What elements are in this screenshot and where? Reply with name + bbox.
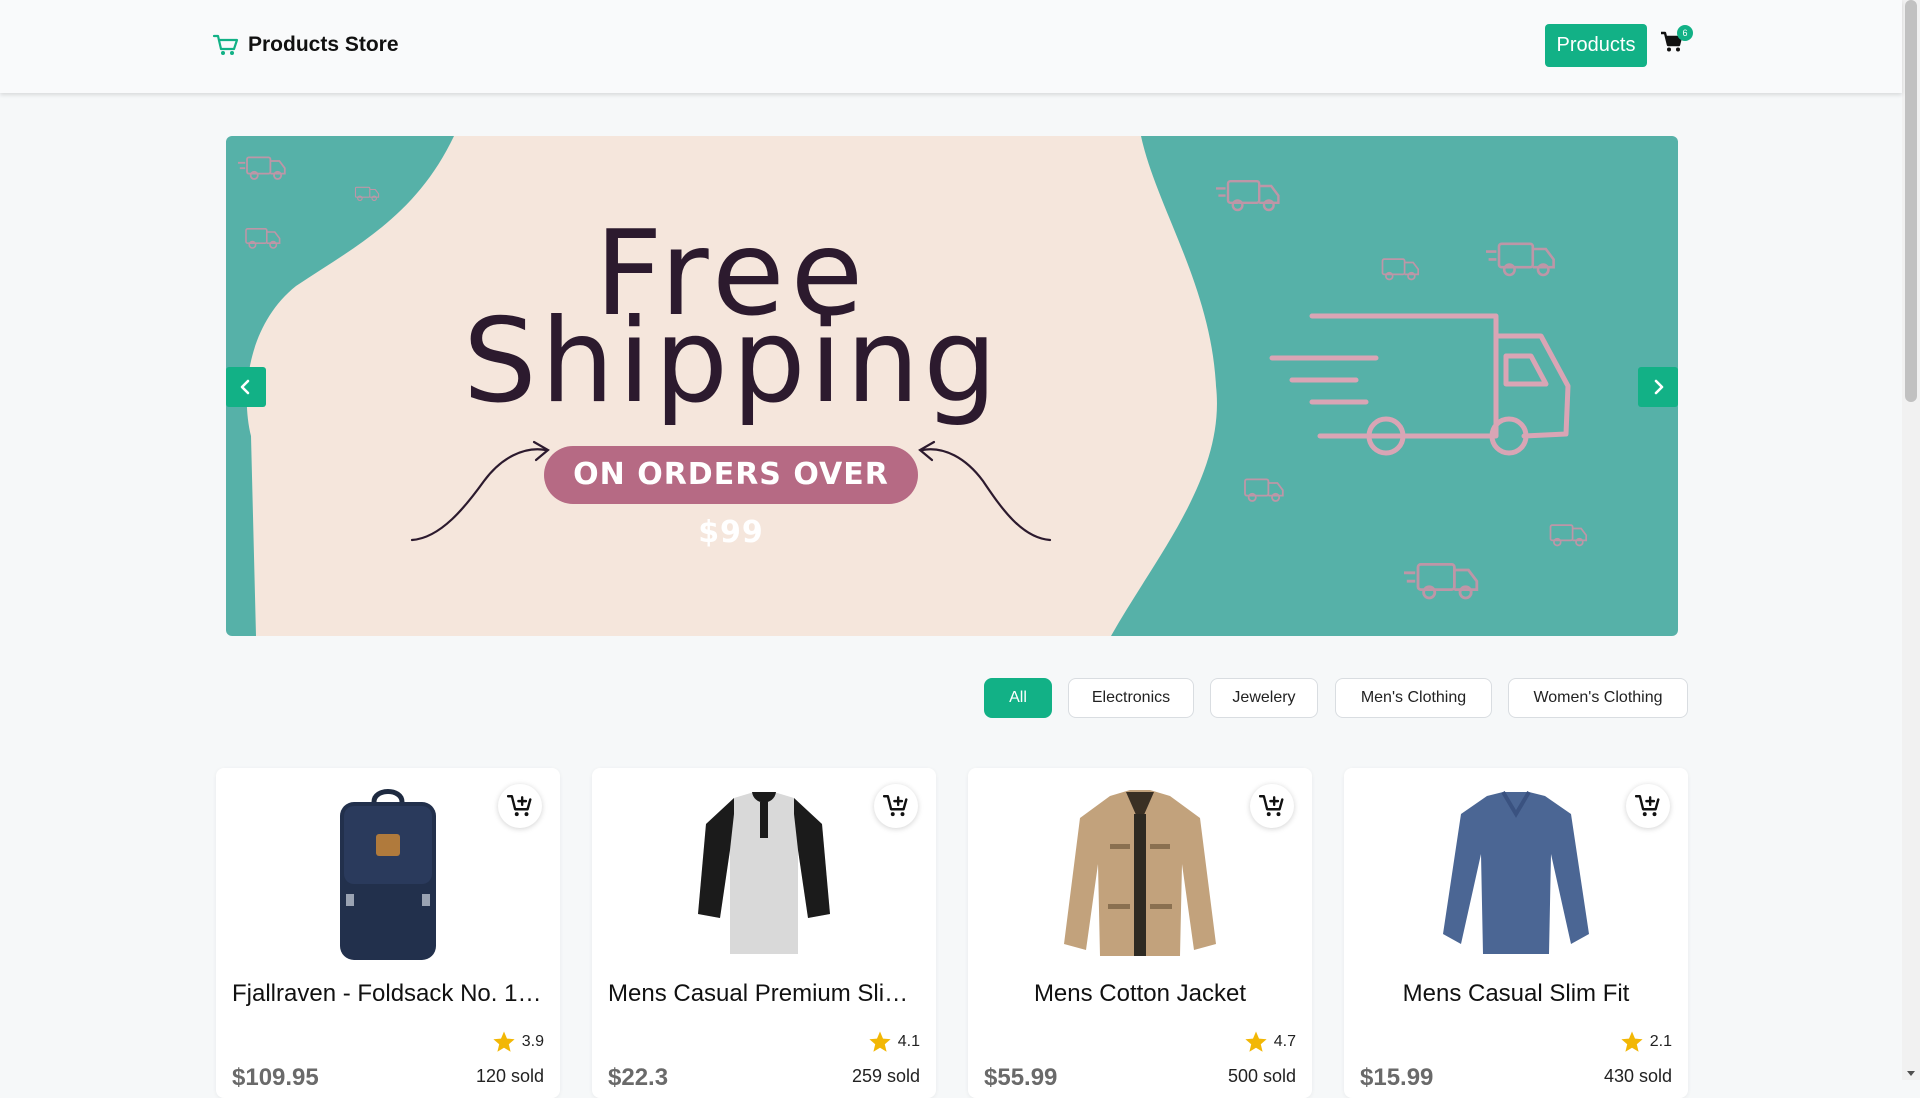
products-button[interactable]: Products [1545,24,1647,67]
chevron-left-icon [240,379,250,395]
product-title[interactable]: Mens Cotton Jacket [984,980,1296,1008]
product-sold-count: 259 sold [851,1066,920,1086]
rating-value: 4.7 [1273,1033,1296,1050]
add-to-cart-icon [883,795,908,817]
scroll-down-arrow-icon[interactable] [1907,1071,1915,1076]
add-to-cart-icon [507,795,532,817]
product-card[interactable]: Mens Cotton Jacket 4.7 $55.99 500 sold [968,768,1312,1098]
product-rating: 2.1 [1620,1030,1672,1054]
product-sold-count: 500 sold [1227,1066,1296,1086]
product-rating: 3.9 [492,1030,544,1054]
star-icon [1621,1031,1643,1052]
filter-jewelery-button[interactable]: Jewelery [1210,678,1318,718]
add-to-cart-button[interactable] [1626,784,1670,828]
promo-banner-carousel: Free Shipping ON ORDERS OVER $99 [226,136,1678,636]
banner-headline-line2: Shipping [462,294,1002,429]
carousel-prev-button[interactable] [226,367,266,407]
brand-title: Products Store [248,33,399,56]
product-rating: 4.1 [868,1030,920,1054]
jacket-product-image [1064,790,1216,956]
brand-link[interactable]: Products Store [212,33,399,57]
product-title[interactable]: Mens Casual Slim Fit [1360,980,1672,1008]
filter-all-button[interactable]: All [984,678,1052,718]
add-to-cart-button[interactable] [498,784,542,828]
product-title[interactable]: Mens Casual Premium Slim Fit T-Shirts [608,980,920,1008]
add-to-cart-icon [1259,795,1284,817]
product-title[interactable]: Fjallraven - Foldsack No. 1 Backpack, Fi… [232,980,544,1008]
top-navbar: Products Store Products 6 [0,0,1902,93]
backpack-product-image [340,789,436,960]
product-price: $109.95 [232,1064,319,1091]
rating-value: 3.9 [521,1033,544,1050]
star-icon [1245,1031,1267,1052]
filter-electronics-button[interactable]: Electronics [1068,678,1194,718]
product-price: $22.3 [608,1064,669,1091]
product-rating: 4.7 [1244,1030,1296,1054]
banner-offer-pill: ON ORDERS OVER $99 [544,446,918,550]
star-icon [869,1031,891,1052]
category-filter-bar: All Electronics Jewelery Men's Clothing … [0,678,1920,720]
page-scrollbar[interactable] [1902,0,1920,1080]
rating-value: 4.1 [897,1033,920,1050]
rating-value: 2.1 [1649,1033,1672,1050]
product-card[interactable]: Mens Casual Slim Fit 2.1 $15.99 430 sold [1344,768,1688,1098]
chevron-right-icon [1654,379,1664,395]
add-to-cart-button[interactable] [874,784,918,828]
product-card[interactable]: Mens Casual Premium Slim Fit T-Shirts 4.… [592,768,936,1098]
filter-womens-clothing-button[interactable]: Women's Clothing [1508,678,1688,718]
product-price: $15.99 [1360,1064,1434,1091]
cart-button[interactable]: 6 [1660,25,1693,58]
carousel-next-button[interactable] [1638,367,1678,407]
add-to-cart-icon [1635,795,1660,817]
product-card[interactable]: Fjallraven - Foldsack No. 1 Backpack, Fi… [216,768,560,1098]
cart-count-badge: 6 [1677,25,1693,41]
shopping-cart-logo-icon [212,34,239,55]
product-sold-count: 120 sold [475,1066,544,1086]
product-price: $55.99 [984,1064,1058,1091]
filter-mens-clothing-button[interactable]: Men's Clothing [1335,678,1492,718]
product-sold-count: 430 sold [1603,1066,1672,1086]
scrollbar-thumb[interactable] [1905,0,1917,402]
tshirt-product-image [698,792,830,954]
add-to-cart-button[interactable] [1250,784,1294,828]
star-icon [493,1031,515,1052]
longsleeve-product-image [1443,790,1589,954]
